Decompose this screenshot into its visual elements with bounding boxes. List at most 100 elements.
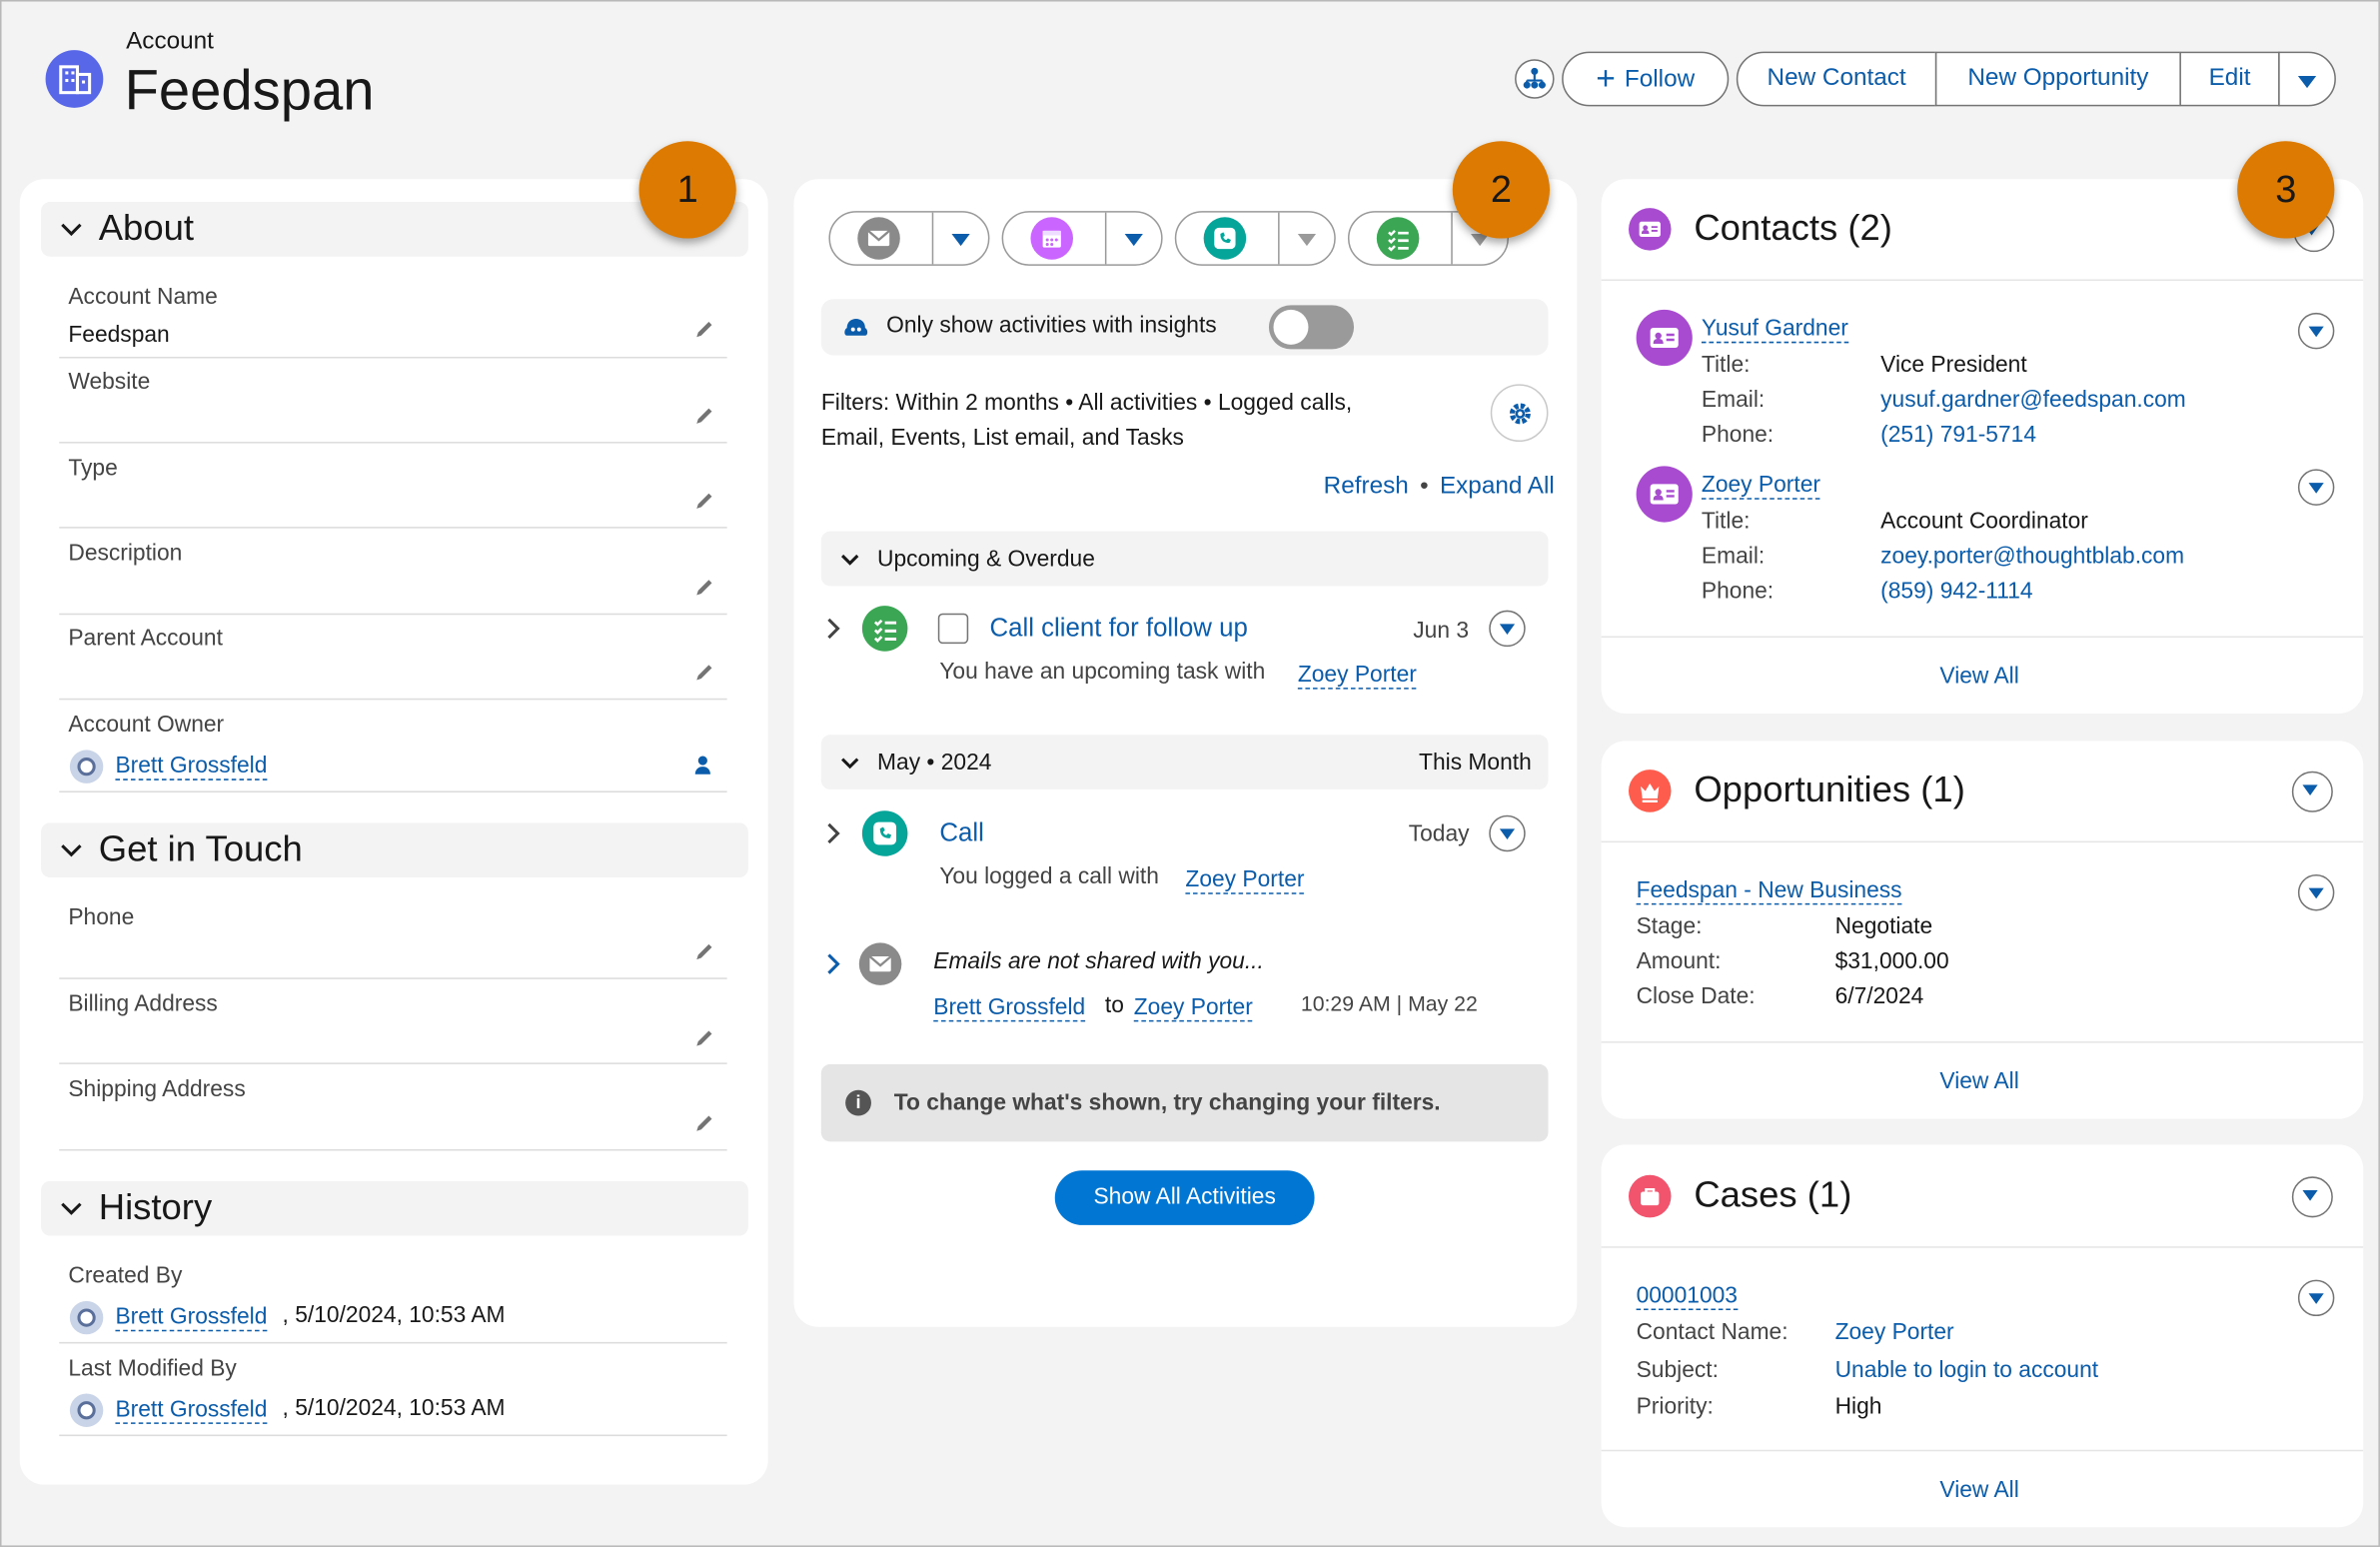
field-label: Website (68, 369, 151, 395)
contacts-title[interactable]: Contacts (2) (1694, 208, 1892, 251)
email-from-link[interactable]: Brett Grossfeld (933, 994, 1086, 1022)
contact-phone-link[interactable]: (859) 942-1114 (1880, 579, 2032, 605)
case-subject-link[interactable]: Unable to login to account (1835, 1357, 2098, 1383)
account-icon (45, 50, 104, 108)
plus-icon: + (1596, 59, 1616, 98)
insights-toggle[interactable] (1268, 305, 1355, 350)
contact-title: Account Coordinator (1880, 508, 2088, 535)
task-who-link[interactable]: Zoey Porter (1297, 662, 1417, 690)
about-section-header[interactable]: About (41, 202, 748, 257)
hierarchy-button[interactable] (1515, 59, 1555, 99)
pencil-icon[interactable] (693, 319, 714, 340)
account-owner-field: Account Owner Brett Grossfeld (59, 712, 727, 792)
new-contact-button[interactable]: New Contact (1736, 51, 1937, 107)
task-subject-link[interactable]: Call client for follow up (989, 614, 1247, 644)
pencil-icon[interactable] (693, 662, 714, 683)
chevron-down-icon[interactable] (951, 233, 970, 247)
event-action-button[interactable] (1001, 211, 1163, 266)
filters-text-line1: Filters: Within 2 months • All activitie… (820, 390, 1353, 417)
change-owner-icon[interactable] (693, 755, 714, 775)
case-number-link[interactable]: 00001003 (1636, 1283, 1738, 1310)
cases-title[interactable]: Cases (1) (1694, 1175, 1851, 1218)
account-owner-link[interactable]: Brett Grossfeld (115, 753, 268, 780)
filter-settings-button[interactable] (1490, 384, 1549, 443)
opportunity-row-menu-button[interactable] (2297, 874, 2335, 911)
email-to-link[interactable]: Zoey Porter (1133, 994, 1253, 1022)
opportunity-name-link[interactable]: Feedspan - New Business (1636, 877, 1902, 905)
chevron-down-icon (61, 1202, 82, 1215)
section-title: About (98, 208, 195, 250)
cases-view-all-link[interactable]: View All (1939, 1477, 2018, 1503)
chevron-right-icon[interactable] (824, 821, 842, 845)
chevron-down-icon[interactable] (1297, 233, 1317, 247)
contacts-view-all-link[interactable]: View All (1939, 664, 2018, 690)
case-row-menu-button[interactable] (2297, 1279, 2335, 1317)
call-subject-link[interactable]: Call (939, 818, 984, 848)
contact-email-link[interactable]: zoey.porter@thoughtblab.com (1880, 544, 2184, 570)
pencil-icon[interactable] (693, 1027, 714, 1048)
section-title: May • 2024 (877, 750, 992, 776)
opportunities-menu-button[interactable] (2291, 771, 2333, 812)
contact-phone-link[interactable]: (251) 791-5714 (1880, 422, 2036, 448)
contact-name-link[interactable]: Zoey Porter (1701, 472, 1820, 500)
email-action-button[interactable] (828, 211, 990, 266)
pencil-icon[interactable] (693, 577, 714, 598)
refresh-link[interactable]: Refresh (1324, 474, 1409, 500)
task-checkbox[interactable] (937, 613, 969, 645)
contact-row-menu-button[interactable] (2297, 312, 2335, 350)
chevron-right-icon[interactable] (824, 951, 842, 975)
refresh-expand-links: Refresh • Expand All (1324, 474, 1555, 501)
edit-button[interactable]: Edit (2179, 51, 2280, 107)
pencil-icon[interactable] (693, 941, 714, 962)
email-icon (858, 942, 902, 985)
email-to-word: to (1104, 992, 1124, 1019)
modified-by-user-link[interactable]: Brett Grossfeld (115, 1397, 268, 1424)
cases-menu-button[interactable] (2291, 1176, 2333, 1218)
call-action-button[interactable] (1174, 211, 1336, 266)
created-by-date: , 5/10/2024, 10:53 AM (282, 1302, 506, 1329)
insights-icon (844, 319, 868, 336)
section-title: Get in Touch (98, 828, 303, 870)
insights-bar: Only show activities with insights (820, 299, 1549, 356)
opportunities-view-all-link[interactable]: View All (1939, 1068, 2018, 1094)
callout-badge-3: 3 (2237, 141, 2335, 239)
expand-all-link[interactable]: Expand All (1440, 474, 1555, 500)
contact-avatar-icon (1636, 466, 1693, 523)
title-label: Title: (1701, 508, 1751, 535)
call-menu-button[interactable] (1489, 814, 1526, 852)
email-label: Email: (1701, 387, 1766, 414)
case-priority: High (1834, 1393, 1882, 1420)
call-who-link[interactable]: Zoey Porter (1185, 866, 1305, 894)
phone-field: Phone (59, 904, 727, 979)
new-opportunity-button[interactable]: New Opportunity (1934, 51, 2181, 107)
history-section-header[interactable]: History (41, 1180, 748, 1236)
task-menu-button[interactable] (1489, 610, 1526, 648)
follow-button[interactable]: + Follow (1562, 51, 1730, 107)
insights-label: Only show activities with insights (886, 312, 1217, 339)
show-all-activities-button[interactable]: Show All Activities (1054, 1170, 1315, 1225)
upcoming-section-header[interactable]: Upcoming & Overdue (820, 531, 1549, 587)
pencil-icon[interactable] (693, 1113, 714, 1134)
pencil-icon[interactable] (693, 491, 714, 512)
contact-row-menu-button[interactable] (2297, 469, 2335, 506)
subject-label: Subject: (1636, 1357, 1719, 1383)
hierarchy-icon (1523, 67, 1546, 89)
website-field: Website (59, 369, 727, 444)
contact-name-link[interactable]: Yusuf Gardner (1701, 316, 1848, 344)
field-label: Billing Address (68, 990, 218, 1017)
priority-label: Priority: (1636, 1393, 1714, 1420)
month-section-header[interactable]: May • 2024 This Month (820, 735, 1549, 789)
more-actions-button[interactable] (2278, 51, 2336, 107)
chevron-right-icon[interactable] (824, 617, 842, 641)
account-name-field: Account Name Feedspan (59, 284, 727, 359)
case-contact-link[interactable]: Zoey Porter (1835, 1319, 1954, 1345)
chevron-down-icon[interactable] (1124, 233, 1143, 247)
task-date: Jun 3 (1413, 618, 1470, 645)
get-in-touch-section-header[interactable]: Get in Touch (41, 822, 748, 878)
task-description: You have an upcoming task with (939, 659, 1266, 686)
phone-label: Phone: (1701, 578, 1775, 605)
created-by-user-link[interactable]: Brett Grossfeld (115, 1304, 268, 1332)
pencil-icon[interactable] (693, 406, 714, 427)
contact-email-link[interactable]: yusuf.gardner@feedspan.com (1880, 387, 2186, 413)
opportunities-title[interactable]: Opportunities (1) (1694, 770, 1965, 812)
